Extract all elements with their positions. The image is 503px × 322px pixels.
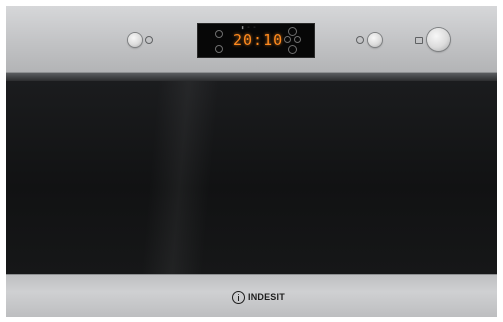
nav-cross-icon[interactable] [284,36,291,43]
bottom-trim-panel: INDESIT [6,274,497,317]
start-button[interactable] [368,33,382,47]
right-control-knob[interactable] [427,28,450,51]
digital-display: ▮ ◦ ◦ 20:10 [197,23,315,58]
left-knob-function-icon [145,36,153,44]
timer-icon[interactable] [215,45,223,53]
arrow-up-icon[interactable] [288,27,297,36]
square-icon [415,37,423,44]
brand-name: INDESIT [248,292,285,302]
control-panel: ▮ ◦ ◦ 20:10 [6,6,497,73]
brand-logo: INDESIT [232,289,285,305]
left-control-knob[interactable] [128,33,142,47]
mode-icon[interactable] [215,30,223,38]
time-readout: 20:10 [233,31,284,49]
arrow-down-icon[interactable] [288,45,297,54]
glass-door [6,81,497,274]
brand-info-icon [232,290,245,304]
door-top-shadow [6,73,497,81]
built-in-microwave-oven: ▮ ◦ ◦ 20:10 INDESIT [6,6,497,317]
nav-cross-right-icon[interactable] [294,36,301,43]
play-icon [356,36,364,44]
